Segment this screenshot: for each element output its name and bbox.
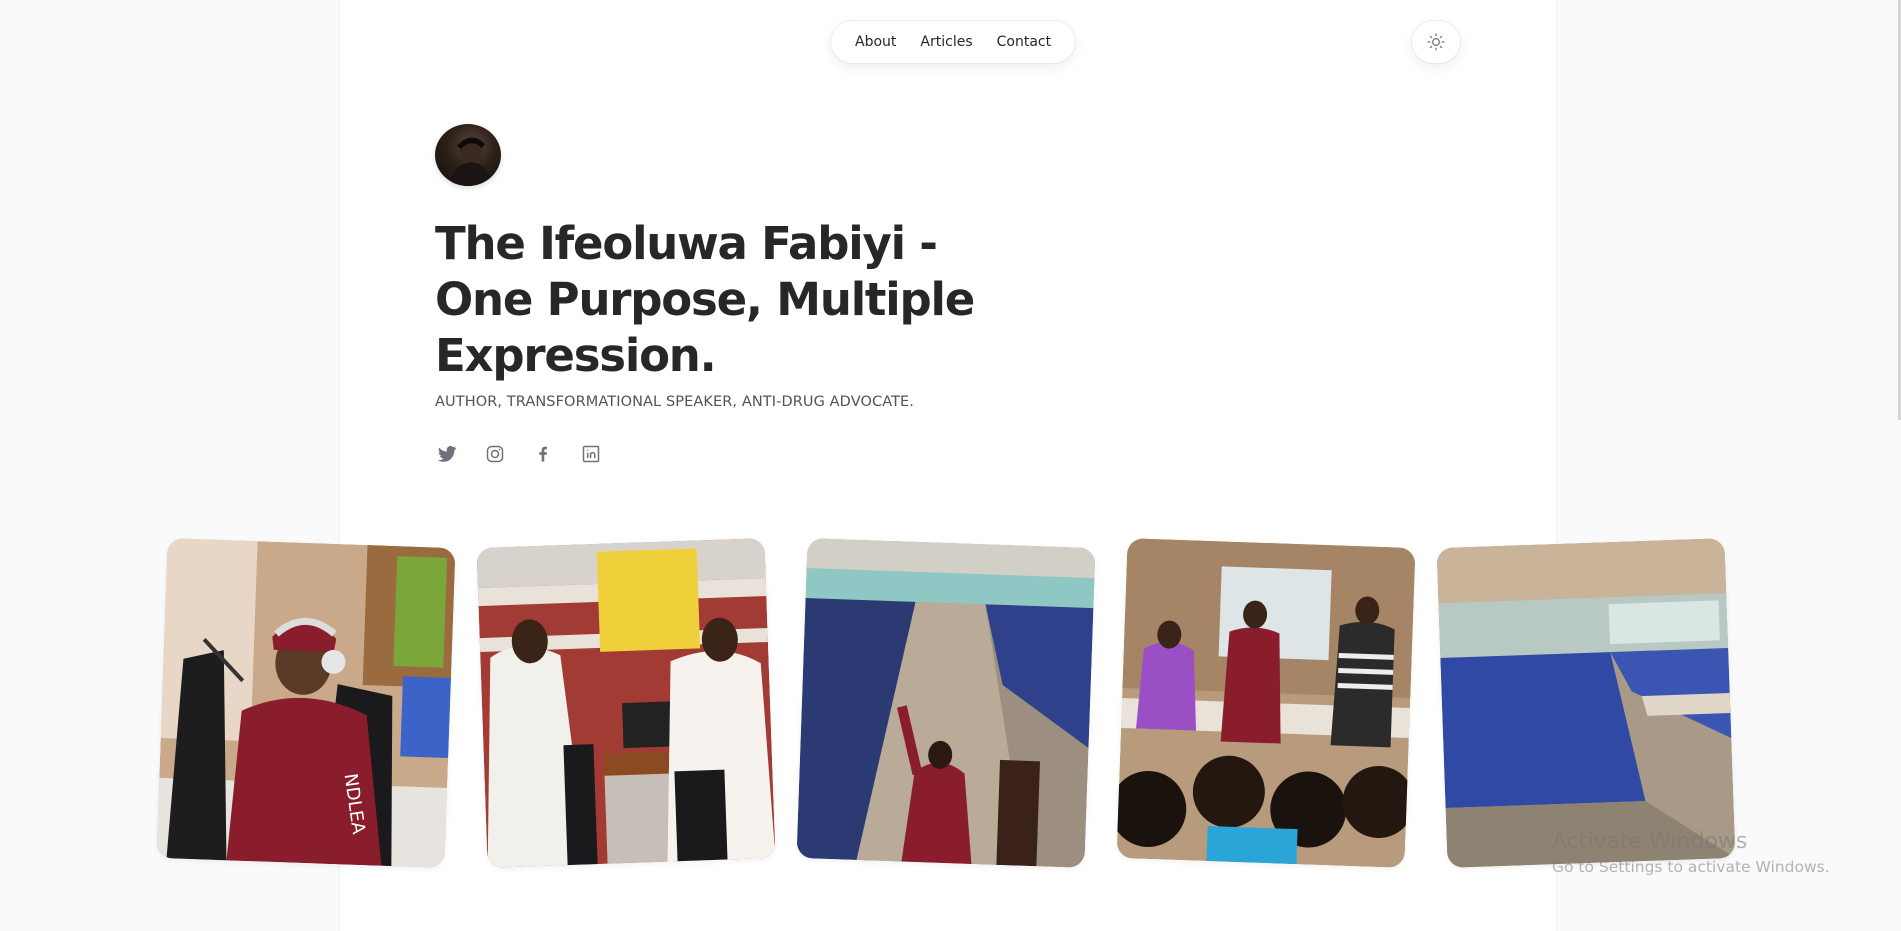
facebook-link[interactable] xyxy=(531,442,555,466)
twitter-link[interactable] xyxy=(435,442,459,466)
watermark-title: Activate Windows xyxy=(1552,829,1748,854)
main-nav: About Articles Contact xyxy=(831,21,1076,63)
windows-activation-watermark: Activate Windows Go to Settings to activ… xyxy=(1552,828,1830,878)
nav-contact-link[interactable]: Contact xyxy=(985,21,1063,63)
tagline: AUTHOR, TRANSFORMATIONAL SPEAKER, ANTI-D… xyxy=(435,394,915,410)
twitter-icon xyxy=(437,446,457,462)
linkedin-link[interactable] xyxy=(579,442,603,466)
page: About Articles Contact The Ifeoluwa Fabi… xyxy=(0,0,1901,931)
instagram-icon xyxy=(486,445,504,463)
facebook-icon xyxy=(539,446,547,462)
theme-toggle-button[interactable] xyxy=(1412,21,1460,63)
photo-ndlea-radio-interview[interactable]: NDLEA xyxy=(156,538,456,868)
page-title: The Ifeoluwa Fabiyi - One Purpose, Multi… xyxy=(435,217,975,382)
instagram-link[interactable] xyxy=(483,442,507,466)
sun-icon xyxy=(1427,33,1445,51)
photo-students-hall[interactable] xyxy=(1436,538,1736,868)
photo-radio-station-studio[interactable] xyxy=(476,538,776,868)
avatar[interactable] xyxy=(435,124,501,186)
nav-articles-link[interactable]: Articles xyxy=(908,21,984,63)
social-links xyxy=(435,442,603,466)
nav-about-link[interactable]: About xyxy=(843,21,908,63)
linkedin-icon xyxy=(582,445,600,463)
photo-classroom-presentation[interactable] xyxy=(1116,538,1416,868)
photo-school-assembly-speech[interactable] xyxy=(796,538,1096,868)
avatar-portrait xyxy=(449,137,493,186)
watermark-subtitle: Go to Settings to activate Windows. xyxy=(1552,858,1830,876)
